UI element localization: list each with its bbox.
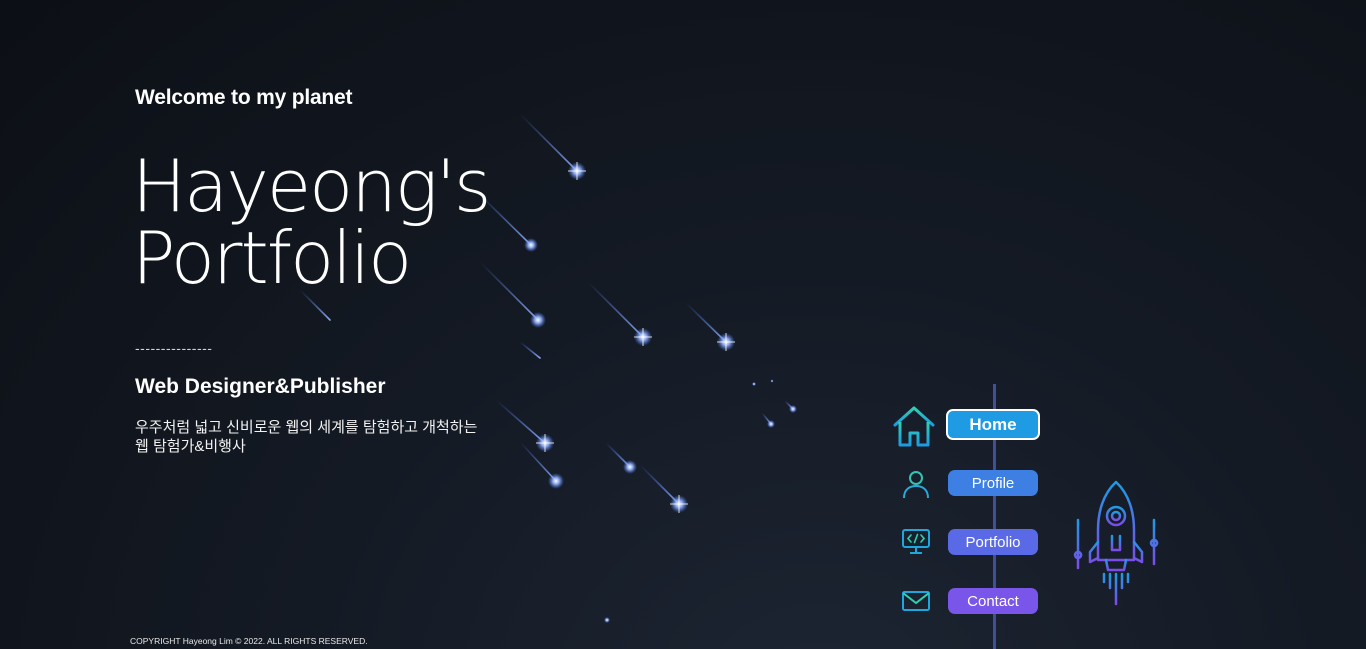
- description-line-2: 웹 탐험가&비행사: [135, 438, 246, 455]
- nav-home-button[interactable]: Home: [946, 409, 1040, 440]
- mail-icon[interactable]: [892, 577, 940, 625]
- user-icon[interactable]: [892, 460, 940, 508]
- description-line-1: 우주처럼 넓고 신비로운 웹의 세계를 탐험하고 개척하는: [135, 419, 478, 436]
- title-line-1: Hayeong's: [132, 144, 491, 228]
- rocket-icon: [1073, 480, 1159, 606]
- job-subtitle: Web Designer&Publisher: [135, 375, 386, 398]
- dashed-divider: ---------------: [135, 340, 213, 356]
- copyright-footer: COPYRIGHT Hayeong Lim © 2022. ALL RIGHTS…: [130, 636, 368, 646]
- intro-description: 우주처럼 넓고 신비로운 웹의 세계를 탐험하고 개척하는 웹 탐험가&비행사: [135, 418, 477, 456]
- nav-profile-button[interactable]: Profile: [948, 470, 1038, 496]
- nav-portfolio-button[interactable]: Portfolio: [948, 529, 1038, 555]
- monitor-code-icon[interactable]: [892, 518, 940, 566]
- nav-contact-button[interactable]: Contact: [948, 588, 1038, 614]
- title-line-2: Portfolio: [132, 216, 412, 300]
- welcome-tagline: Welcome to my planet: [135, 86, 353, 109]
- home-icon[interactable]: [890, 402, 938, 450]
- page-title: Hayeong's Portfolio: [132, 144, 491, 300]
